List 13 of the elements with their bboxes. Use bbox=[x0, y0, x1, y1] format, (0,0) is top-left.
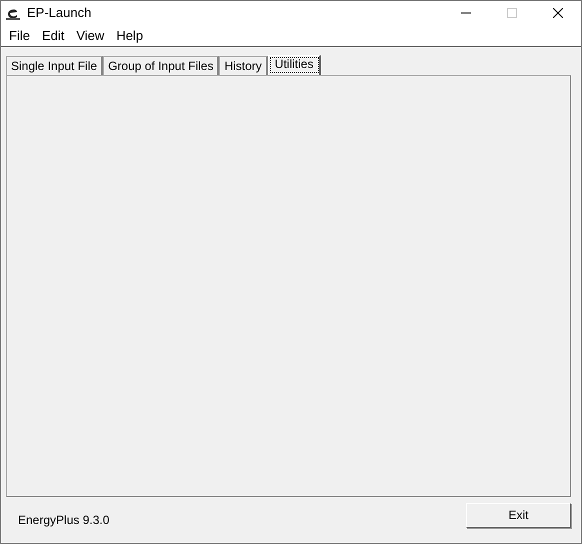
tab[interactable]: Single Input File bbox=[6, 56, 104, 75]
menu-item[interactable]: File bbox=[3, 28, 36, 42]
tab[interactable]: History bbox=[219, 56, 268, 75]
tab[interactable]: Group of Input Files bbox=[103, 56, 220, 75]
menu-item[interactable]: Edit bbox=[36, 28, 70, 42]
window-title: EP-Launch bbox=[27, 5, 92, 20]
tab[interactable]: Utilities bbox=[268, 55, 322, 75]
menu-item[interactable]: View bbox=[70, 28, 110, 42]
menu-item[interactable]: Help bbox=[110, 28, 150, 42]
version-label: EnergyPlus 9.3.0 bbox=[18, 513, 110, 527]
maximize-icon bbox=[507, 8, 517, 18]
exit-button[interactable]: Exit bbox=[466, 502, 571, 528]
close-icon bbox=[553, 8, 563, 18]
